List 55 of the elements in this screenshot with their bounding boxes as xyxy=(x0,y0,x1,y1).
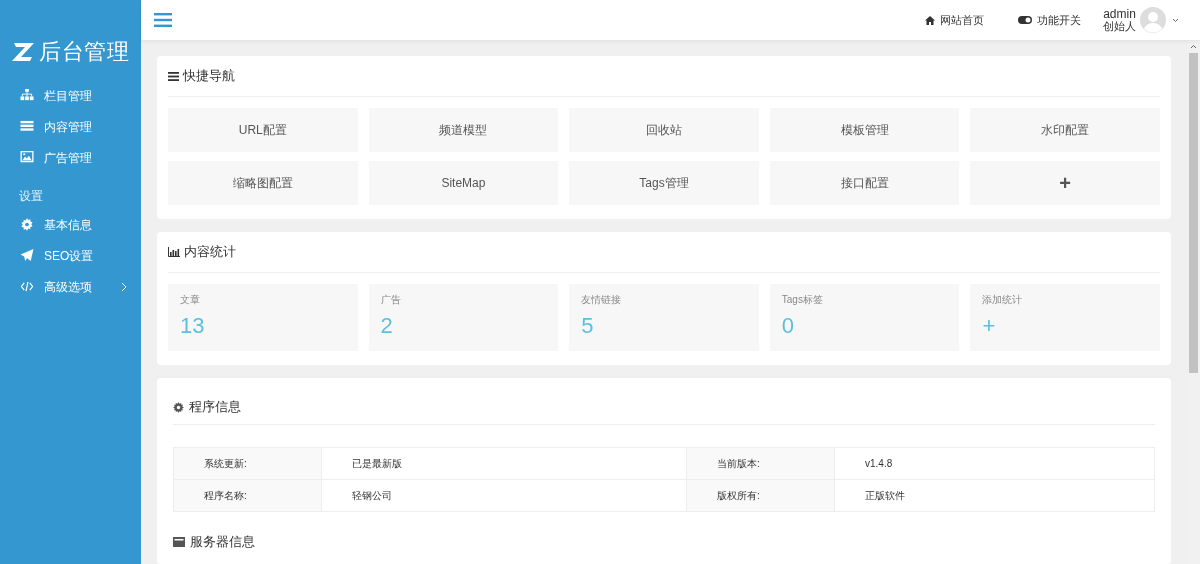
list-icon xyxy=(20,120,34,133)
gear-icon xyxy=(20,218,34,231)
shortcut-button[interactable]: SiteMap xyxy=(368,161,559,205)
header-link[interactable]: 功能开关 xyxy=(1018,11,1081,29)
stat-label: 广告 xyxy=(380,293,401,307)
field-label: 系统更新: xyxy=(173,447,322,480)
card-title: 服务器信息 xyxy=(190,533,255,551)
field-label: 版权所有: xyxy=(686,479,835,512)
shortcut-button[interactable]: 水印配置 xyxy=(970,108,1160,152)
card-title: 快捷导航 xyxy=(183,67,235,86)
paper-plane-icon xyxy=(20,249,34,262)
home-icon xyxy=(925,15,935,25)
card-title: 内容统计 xyxy=(184,243,236,262)
user-name: admin xyxy=(1103,8,1136,20)
gear-icon xyxy=(173,401,184,413)
stat-value: 2 xyxy=(380,312,393,340)
stat-label: 友情链接 xyxy=(581,293,622,307)
stat-value: 5 xyxy=(581,312,594,340)
card-title: 程序信息 xyxy=(189,398,241,417)
field-value: 正版软件 xyxy=(834,479,1155,512)
shortcut-button[interactable]: URL配置 xyxy=(168,108,358,152)
logo-text: 后台管理 xyxy=(39,40,130,63)
stat-value: 0 xyxy=(781,312,795,340)
shortcut-button[interactable]: Tags管理 xyxy=(569,161,759,205)
chevron-down-icon[interactable] xyxy=(1172,17,1179,23)
bar-chart-icon xyxy=(168,247,180,257)
menu-icon[interactable] xyxy=(154,13,172,27)
stat-value: 13 xyxy=(180,312,205,340)
field-value: v1.4.8 xyxy=(834,447,1155,480)
image-icon xyxy=(20,151,34,164)
stat-value: + xyxy=(982,312,996,340)
toggle-icon xyxy=(1018,16,1032,24)
stat-label: 添加统计 xyxy=(982,293,1023,307)
code-icon xyxy=(20,280,34,293)
field-label: 当前版本: xyxy=(686,447,835,480)
scroll-up-icon[interactable] xyxy=(1190,44,1197,49)
shortcut-button[interactable]: 接口配置 xyxy=(769,161,960,205)
field-value: 已是最新版 xyxy=(321,447,687,480)
stat-label: 文章 xyxy=(180,293,200,307)
shortcut-button[interactable]: 缩略图配置 xyxy=(168,161,358,205)
header-link[interactable]: 网站首页 xyxy=(925,11,984,29)
logo-icon xyxy=(11,41,35,62)
shortcut-button[interactable]: 模板管理 xyxy=(769,108,960,152)
stat-label: Tags标签 xyxy=(781,293,823,307)
scrollbar-thumb[interactable] xyxy=(1189,53,1198,373)
server-icon xyxy=(173,536,185,547)
add-shortcut-button[interactable]: + xyxy=(970,161,1160,205)
section-title: 设置 xyxy=(18,188,43,205)
field-value: 轻钢公司 xyxy=(321,479,687,512)
user-role: 创始人 xyxy=(1103,20,1136,32)
shortcut-button[interactable]: 频道模型 xyxy=(368,108,559,152)
sitemap-icon xyxy=(20,89,34,102)
shortcut-button[interactable]: 回收站 xyxy=(569,108,759,152)
bars-icon xyxy=(168,71,179,81)
field-label: 程序名称: xyxy=(173,479,322,512)
